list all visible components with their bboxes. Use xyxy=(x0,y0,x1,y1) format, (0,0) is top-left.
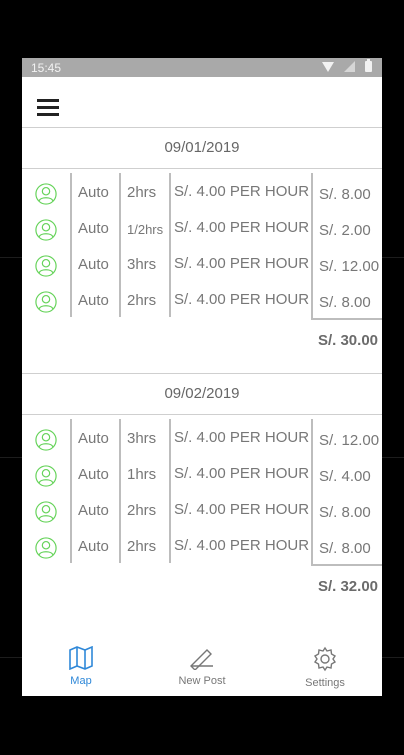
group-total: S/. 32.00 xyxy=(317,578,378,595)
tab-new-post-label: New Post xyxy=(178,675,226,687)
duration: 2hrs xyxy=(127,502,157,519)
list-item[interactable]: Auto 1hrs S/. 4.00 PER HOUR S/. 4.00 xyxy=(22,453,382,489)
amount: S/. 8.00 xyxy=(319,294,371,311)
amount: S/. 4.00 xyxy=(319,468,371,485)
date-header: 09/01/2019 xyxy=(22,127,382,169)
user-icon xyxy=(35,465,57,487)
total-divider xyxy=(311,564,382,566)
rate: S/. 4.00 PER HOUR xyxy=(174,465,310,482)
rate: S/. 4.00 PER HOUR xyxy=(174,255,310,272)
date-header: 09/02/2019 xyxy=(22,373,382,415)
bottom-tab-bar: Map New Post Settings xyxy=(22,636,382,696)
amount: S/. 8.00 xyxy=(319,504,371,521)
user-icon xyxy=(35,537,57,559)
duration: 2hrs xyxy=(127,538,157,555)
signal-icon xyxy=(344,61,355,72)
tab-new-post[interactable]: New Post xyxy=(157,646,247,687)
amount: S/. 8.00 xyxy=(319,540,371,557)
wifi-icon xyxy=(322,61,334,72)
vehicle-type: Auto xyxy=(78,184,109,201)
amount: S/. 12.00 xyxy=(319,432,380,449)
battery-icon xyxy=(365,59,372,72)
rate: S/. 4.00 PER HOUR xyxy=(174,291,310,308)
map-icon xyxy=(69,645,93,671)
pencil-icon xyxy=(190,649,213,671)
status-icons xyxy=(322,59,372,72)
duration: 1/2hrs xyxy=(127,222,164,237)
vehicle-type: Auto xyxy=(78,466,109,483)
app-bar xyxy=(22,77,382,128)
rate: S/. 4.00 PER HOUR xyxy=(174,537,310,554)
menu-icon[interactable] xyxy=(37,99,59,116)
user-icon xyxy=(35,501,57,523)
tab-map[interactable]: Map xyxy=(36,645,126,687)
status-time: 15:45 xyxy=(31,61,62,75)
list-item[interactable]: Auto 2hrs S/. 4.00 PER HOUR S/. 8.00 xyxy=(22,279,382,315)
duration: 2hrs xyxy=(127,184,157,201)
tab-settings-label: Settings xyxy=(305,677,345,689)
vehicle-type: Auto xyxy=(78,538,109,555)
user-icon xyxy=(35,429,57,451)
phone-screen: 15:45 09/01/2019 Auto 2hrs S/. 4.00 PER HOU… xyxy=(22,58,382,696)
total-divider xyxy=(311,318,382,320)
vehicle-type: Auto xyxy=(78,502,109,519)
list-item[interactable]: Auto 3hrs S/. 4.00 PER HOUR S/. 12.00 xyxy=(22,417,382,453)
amount: S/. 8.00 xyxy=(319,186,371,203)
vehicle-type: Auto xyxy=(78,220,109,237)
tab-map-label: Map xyxy=(70,675,92,687)
status-bar: 15:45 xyxy=(22,58,382,77)
list-item[interactable]: Auto 2hrs S/. 4.00 PER HOUR S/. 8.00 xyxy=(22,171,382,207)
amount: S/. 12.00 xyxy=(319,258,380,275)
group-total: S/. 30.00 xyxy=(317,332,378,349)
rate: S/. 4.00 PER HOUR xyxy=(174,219,310,236)
duration: 3hrs xyxy=(127,256,157,273)
vehicle-type: Auto xyxy=(78,256,109,273)
user-icon xyxy=(35,255,57,277)
list-item[interactable]: Auto 1/2hrs S/. 4.00 PER HOUR S/. 2.00 xyxy=(22,207,382,243)
user-icon xyxy=(35,219,57,241)
vehicle-type: Auto xyxy=(78,292,109,309)
list-item[interactable]: Auto 2hrs S/. 4.00 PER HOUR S/. 8.00 xyxy=(22,489,382,525)
user-icon xyxy=(35,183,57,205)
rate: S/. 4.00 PER HOUR xyxy=(174,429,310,446)
rate: S/. 4.00 PER HOUR xyxy=(174,183,310,200)
duration: 1hrs xyxy=(127,466,157,483)
duration: 3hrs xyxy=(127,430,157,447)
tab-settings[interactable]: Settings xyxy=(280,646,370,689)
list-item[interactable]: Auto 3hrs S/. 4.00 PER HOUR S/. 12.00 xyxy=(22,243,382,279)
gear-icon xyxy=(314,646,336,672)
user-icon xyxy=(35,291,57,313)
amount: S/. 2.00 xyxy=(319,222,371,239)
list-item[interactable]: Auto 2hrs S/. 4.00 PER HOUR S/. 8.00 xyxy=(22,525,382,561)
duration: 2hrs xyxy=(127,292,157,309)
rate: S/. 4.00 PER HOUR xyxy=(174,501,310,518)
vehicle-type: Auto xyxy=(78,430,109,447)
